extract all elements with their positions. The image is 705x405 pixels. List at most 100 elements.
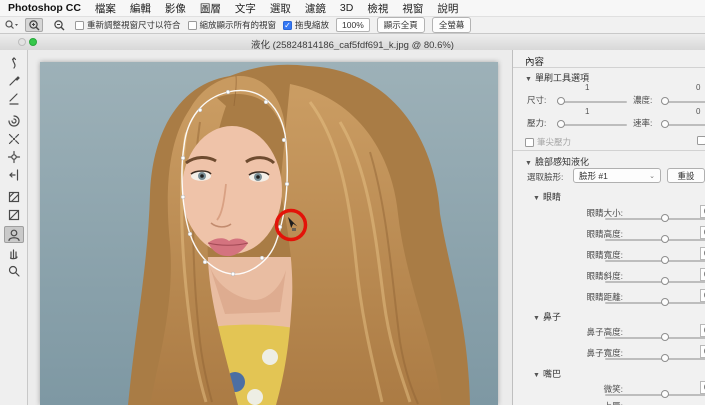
thaw-mask-tool[interactable] bbox=[4, 206, 24, 223]
size-label: 尺寸: bbox=[527, 94, 546, 106]
scrubby-zoom-checkbox[interactable]: ✓ 拖曳縮放 bbox=[283, 19, 329, 31]
panel-header: 內容 bbox=[525, 54, 544, 68]
zoom-in-icon bbox=[28, 19, 41, 32]
zoom-out-button[interactable] bbox=[50, 18, 68, 32]
menu-filter[interactable]: 濾鏡 bbox=[305, 1, 326, 16]
smooth-brush-icon bbox=[7, 92, 21, 106]
pucker-tool[interactable] bbox=[4, 130, 24, 147]
face-tool[interactable] bbox=[4, 226, 24, 243]
eye-height-value[interactable]: 0 bbox=[700, 226, 705, 239]
photo-woman-portrait[interactable] bbox=[40, 62, 498, 405]
menu-3d[interactable]: 3D bbox=[340, 2, 353, 14]
eye-size-slider[interactable] bbox=[605, 218, 705, 220]
eye-width-value[interactable]: 0 bbox=[700, 247, 705, 260]
rate-value: 0 bbox=[696, 107, 700, 116]
edge-checkbox-partial[interactable] bbox=[697, 136, 705, 145]
reset-button[interactable]: 重設 bbox=[667, 168, 705, 183]
face bbox=[182, 126, 282, 254]
zoom-percent-field[interactable]: 100% bbox=[336, 18, 370, 32]
hand-tool[interactable] bbox=[4, 244, 24, 261]
upper-lip-label: 上唇: bbox=[553, 400, 623, 405]
mouth-group-header[interactable]: ▼嘴巴 bbox=[533, 367, 561, 380]
eye-distance-value[interactable]: 0 bbox=[700, 289, 705, 302]
nose-group-header[interactable]: ▼鼻子 bbox=[533, 310, 561, 323]
menu-help[interactable]: 說明 bbox=[437, 1, 458, 16]
checkbox-icon bbox=[188, 21, 197, 30]
pucker-icon bbox=[7, 132, 21, 146]
slider-thumb[interactable] bbox=[661, 214, 669, 222]
eyes-group-header[interactable]: ▼眼睛 bbox=[533, 190, 561, 203]
collapse-triangle-icon: ▼ bbox=[533, 372, 540, 379]
zoom-out-icon bbox=[53, 19, 66, 32]
reconstruct-tool[interactable] bbox=[4, 72, 24, 89]
size-slider-thumb[interactable] bbox=[557, 97, 565, 105]
eye-width-slider[interactable] bbox=[605, 260, 705, 262]
checkbox-checked-icon: ✓ bbox=[283, 21, 292, 30]
resize-windows-checkbox[interactable]: 重新調整視窗尺寸以符合 bbox=[75, 19, 181, 31]
brush-options-section-header[interactable]: ▼單刷工具選項 bbox=[525, 71, 589, 84]
slider-thumb[interactable] bbox=[661, 256, 669, 264]
face-tool-icon bbox=[7, 228, 21, 242]
divider bbox=[513, 150, 705, 151]
zoom-all-windows-checkbox[interactable]: 縮放顯示所有的視窗 bbox=[188, 19, 277, 31]
slider-thumb[interactable] bbox=[661, 298, 669, 306]
slider-thumb[interactable] bbox=[661, 354, 669, 362]
scrubby-zoom-label: 拖曳縮放 bbox=[295, 19, 329, 31]
tool-preset-icon[interactable] bbox=[4, 19, 18, 31]
magnifier-icon bbox=[7, 264, 21, 278]
face-aware-section-header[interactable]: ▼臉部感知液化 bbox=[525, 155, 589, 168]
size-slider[interactable] bbox=[557, 101, 627, 103]
twirl-clockwise-tool[interactable] bbox=[4, 112, 24, 129]
face-select-value: 臉形 #1 bbox=[579, 170, 608, 182]
menu-bar: Photoshop CC 檔案 編輯 影像 圖層 文字 選取 濾鏡 3D 檢視 … bbox=[0, 0, 705, 17]
photoshop-window: Photoshop CC 檔案 編輯 影像 圖層 文字 選取 濾鏡 3D 檢視 … bbox=[0, 0, 705, 405]
menu-view[interactable]: 檢視 bbox=[367, 1, 388, 16]
divider bbox=[513, 67, 705, 68]
menu-image[interactable]: 影像 bbox=[165, 1, 186, 16]
zoom-in-button[interactable] bbox=[25, 18, 43, 32]
slider-thumb[interactable] bbox=[661, 390, 669, 398]
zoom-tool[interactable] bbox=[4, 262, 24, 279]
size-value: 1 bbox=[585, 83, 589, 92]
menu-layer[interactable]: 圖層 bbox=[200, 1, 221, 16]
bloat-tool[interactable] bbox=[4, 148, 24, 165]
rate-slider[interactable] bbox=[661, 124, 705, 126]
nose-title: 鼻子 bbox=[543, 312, 561, 322]
face-select-dropdown[interactable]: 臉形 #1 ⌄ bbox=[573, 168, 661, 183]
app-title: Photoshop CC bbox=[8, 2, 81, 14]
menu-window[interactable]: 視窗 bbox=[402, 1, 423, 16]
eye-tilt-slider[interactable] bbox=[605, 281, 705, 283]
eye-size-value[interactable]: 0 bbox=[700, 205, 705, 218]
eye-tilt-value[interactable]: 0 bbox=[700, 268, 705, 281]
fill-screen-button[interactable]: 全螢幕 bbox=[432, 17, 472, 33]
stylus-pressure-checkbox[interactable]: 筆尖壓力 bbox=[525, 136, 571, 148]
density-slider[interactable] bbox=[661, 101, 705, 103]
smile-slider[interactable] bbox=[605, 394, 705, 396]
slider-thumb[interactable] bbox=[661, 333, 669, 341]
push-left-tool[interactable] bbox=[4, 166, 24, 183]
collapse-triangle-icon: ▼ bbox=[533, 315, 540, 322]
nose-width-value[interactable]: 0 bbox=[700, 345, 705, 358]
eye-height-slider[interactable] bbox=[605, 239, 705, 241]
eye-distance-slider[interactable] bbox=[605, 302, 705, 304]
nose-height-value[interactable]: 0 bbox=[700, 324, 705, 337]
smooth-tool[interactable] bbox=[4, 90, 24, 107]
liquify-canvas[interactable] bbox=[28, 50, 512, 405]
freeze-mask-tool[interactable] bbox=[4, 188, 24, 205]
menu-type[interactable]: 文字 bbox=[235, 1, 256, 16]
rate-slider-thumb[interactable] bbox=[661, 120, 669, 128]
density-slider-thumb[interactable] bbox=[661, 97, 669, 105]
nose-width-slider[interactable] bbox=[605, 358, 705, 360]
slider-thumb[interactable] bbox=[661, 235, 669, 243]
menu-select[interactable]: 選取 bbox=[270, 1, 291, 16]
menu-file[interactable]: 檔案 bbox=[95, 1, 116, 16]
fit-screen-button[interactable]: 顯示全頁 bbox=[377, 17, 425, 33]
nose-height-slider[interactable] bbox=[605, 337, 705, 339]
pressure-slider-thumb[interactable] bbox=[557, 120, 565, 128]
slider-thumb[interactable] bbox=[661, 277, 669, 285]
smile-value[interactable]: 0 bbox=[700, 381, 705, 394]
menu-edit[interactable]: 編輯 bbox=[130, 1, 151, 16]
forward-warp-tool[interactable] bbox=[4, 54, 24, 71]
pressure-slider[interactable] bbox=[557, 124, 627, 126]
rate-label: 速率: bbox=[633, 117, 652, 129]
